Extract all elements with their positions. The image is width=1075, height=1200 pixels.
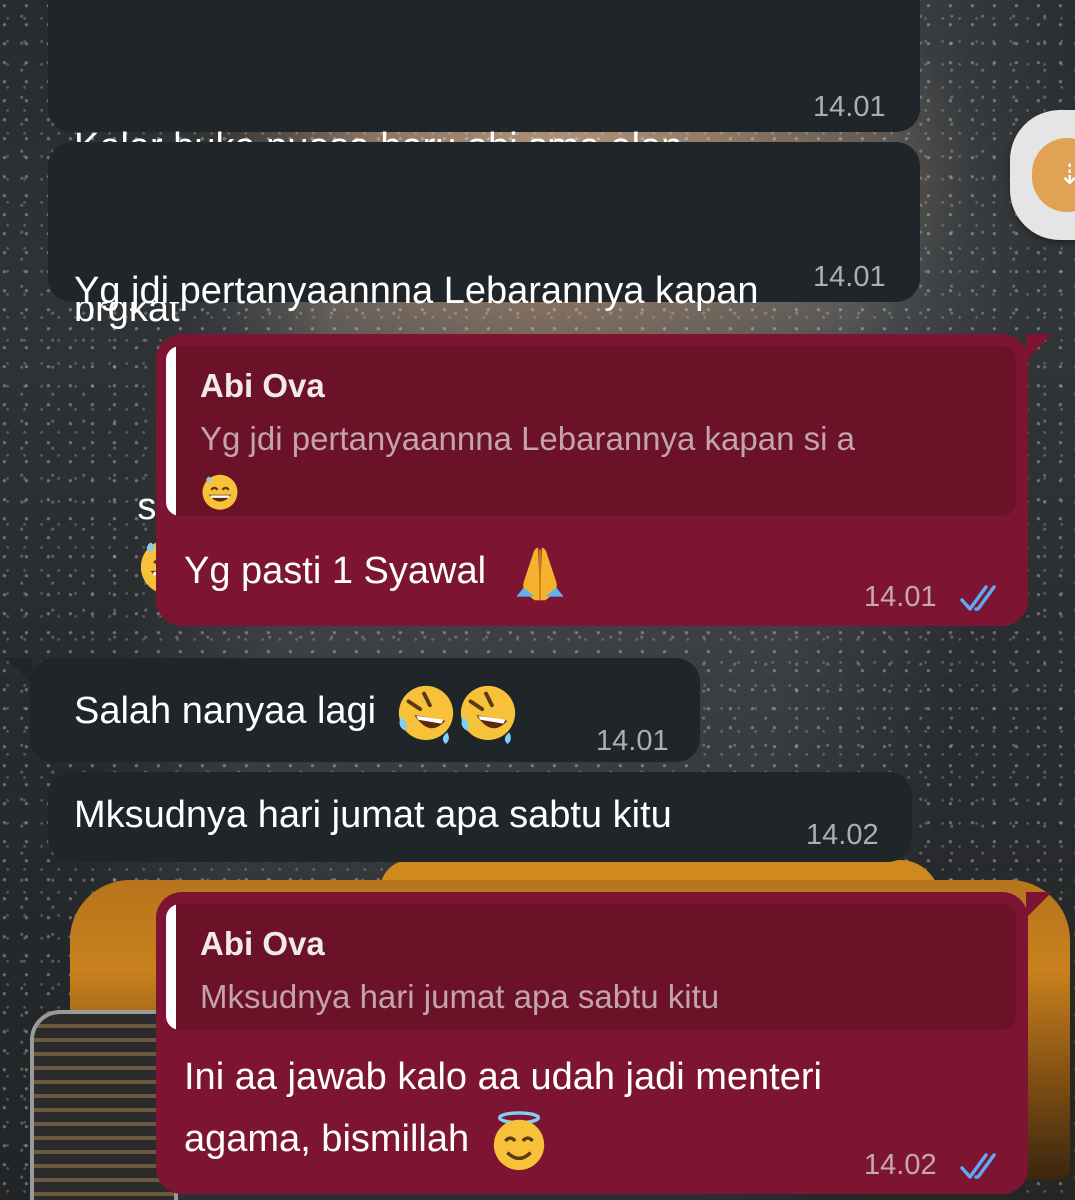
read-receipt-icon xyxy=(960,1153,996,1179)
message-bubble-incoming[interactable]: Kelar buka puasa baru abi sma alan brgka… xyxy=(48,0,920,330)
message-time: 14.01 xyxy=(596,725,669,757)
message-text-line: Salah nanyaa lagi xyxy=(74,690,377,733)
message-text-line: agama, bismillah xyxy=(184,1118,470,1160)
reply-quote[interactable]: Abi Ova Yg jdi pertanyaannna Lebarannya … xyxy=(166,346,1016,516)
reply-author: Abi Ova xyxy=(200,367,325,404)
reply-text-line: Yg jdi pertanyaannna Lebarannya kapan si… xyxy=(200,420,855,457)
message-bubble-incoming[interactable]: Yg jdi pertanyaannna Lebarannya kapan si… xyxy=(48,142,920,595)
message-bubble-incoming[interactable]: Salah nanyaa lagi 14.01 xyxy=(6,658,700,762)
message-bubble-outgoing[interactable]: Abi Ova Yg jdi pertanyaannna Lebarannya … xyxy=(156,334,1052,626)
message-time: 14.01 xyxy=(813,261,886,293)
message-text: Ini aa jawab kalo aa udah jadi menteri a… xyxy=(184,1046,822,1172)
message-text: Yg pasti 1 Syawal xyxy=(184,542,569,604)
message-text-line: Yg pasti 1 Syawal xyxy=(184,550,487,593)
reply-text-line: Mksudnya hari jumat apa sabtu kitu xyxy=(200,978,720,1015)
message-bubble-outgoing[interactable]: Abi Ova Mksudnya hari jumat apa sabtu ki… xyxy=(156,892,1052,1194)
message-text-line: Mksudnya hari jumat apa sabtu kitu xyxy=(74,794,672,836)
message-text-line: Yg jdi pertanyaannna Lebarannya kapan xyxy=(74,270,759,312)
grinning-face-with-sweat-icon xyxy=(202,475,238,511)
reply-text: Mksudnya hari jumat apa sabtu kitu xyxy=(200,972,976,1022)
message-time: 14.01 xyxy=(864,581,937,613)
message-time: 14.02 xyxy=(806,819,879,851)
message-text-line: Ini aa jawab kalo aa udah jadi menteri xyxy=(184,1056,822,1098)
arrow-icon: ⇣ xyxy=(1032,138,1075,212)
smiling-face-with-halo-icon xyxy=(493,1111,544,1171)
message-text: Salah nanyaa lagi xyxy=(74,682,519,744)
message-text: Mksudnya hari jumat apa sabtu kitu xyxy=(74,788,672,842)
message-time: 14.02 xyxy=(864,1149,937,1181)
message-bubble-incoming[interactable]: Mksudnya hari jumat apa sabtu kitu 14.02 xyxy=(48,772,912,862)
reply-author: Abi Ova xyxy=(200,925,325,962)
rolling-on-the-floor-laughing-icon xyxy=(398,685,453,744)
read-receipt-icon xyxy=(960,585,996,611)
rolling-on-the-floor-laughing-icon xyxy=(460,685,515,744)
reply-quote[interactable]: Abi Ova Mksudnya hari jumat apa sabtu ki… xyxy=(166,904,1016,1030)
folded-hands-icon xyxy=(516,547,564,601)
message-time: 14.01 xyxy=(813,91,886,123)
scroll-to-bottom-button[interactable]: ⇣ xyxy=(1010,110,1075,240)
reply-text: Yg jdi pertanyaannna Lebarannya kapan si… xyxy=(200,414,976,514)
